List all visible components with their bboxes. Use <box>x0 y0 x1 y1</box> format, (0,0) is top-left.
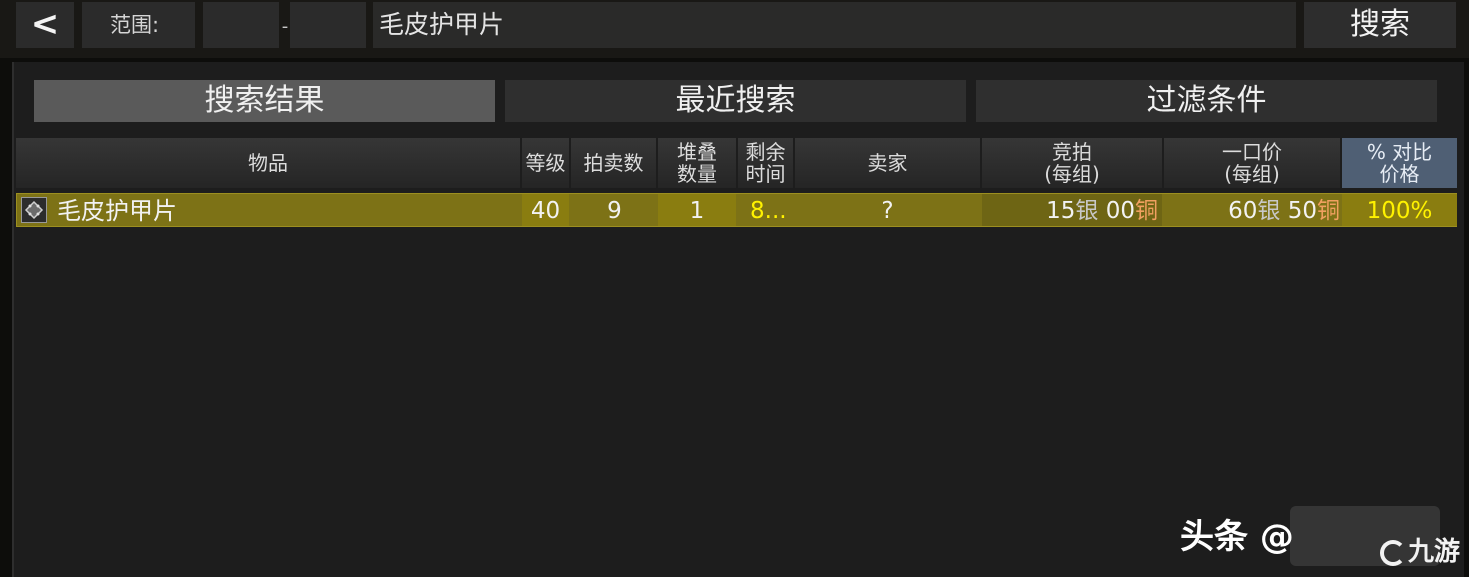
tab-filters[interactable]: 过滤条件 <box>976 80 1437 122</box>
row-seller: ? <box>881 198 894 224</box>
column-header-bid-line1: 竞拍 <box>1052 140 1092 164</box>
column-header-item[interactable]: 物品 <box>16 138 520 188</box>
column-header-buyout[interactable]: 一口价 (每组) <box>1164 138 1340 188</box>
item-search-input[interactable]: 毛皮护甲片 <box>373 2 1296 48</box>
column-header-buyout-line1: 一口价 <box>1222 140 1282 164</box>
column-header-stack-line2: 数量 <box>677 162 717 186</box>
table-row[interactable]: 毛皮护甲片 40 9 1 8... ? 15银 00铜 60银 50铜 100% <box>16 193 1457 227</box>
column-header-seller-label: 卖家 <box>867 151 908 175</box>
column-header-bid[interactable]: 竞拍 (每组) <box>982 138 1162 188</box>
back-button[interactable]: < <box>16 2 74 48</box>
column-header-time-line2: 时间 <box>745 162 786 186</box>
buyout-copper-amount: 50 <box>1287 198 1317 224</box>
column-header-time-left[interactable]: 剩余 时间 <box>738 138 793 188</box>
search-bar: < 范围: - 毛皮护甲片 搜索 <box>0 0 1469 58</box>
buyout-silver-unit: 银 <box>1257 198 1281 224</box>
column-header-stack-line1: 堆叠 <box>677 140 717 164</box>
row-price-percent: 100% <box>1342 194 1457 226</box>
row-level: 40 <box>522 194 569 226</box>
column-header-pct-line1: % 对比 <box>1366 140 1433 164</box>
buyout-silver-amount: 60 <box>1228 198 1258 224</box>
row-item-cell: 毛皮护甲片 <box>17 194 520 226</box>
search-button[interactable]: 搜索 <box>1304 2 1456 48</box>
column-header-item-label: 物品 <box>248 151 288 175</box>
watermark-logo: 九游 <box>1380 532 1460 572</box>
bid-silver-unit: 银 <box>1075 198 1099 224</box>
column-header-price-percent[interactable]: % 对比 价格 <box>1342 138 1457 188</box>
auction-house-window: < 范围: - 毛皮护甲片 搜索 搜索结果 最近搜索 过滤条件 物品 等级 拍卖… <box>0 0 1469 577</box>
leather-armor-patch-icon <box>21 197 47 223</box>
row-auction-count: 9 <box>607 198 622 224</box>
level-range-max-input[interactable] <box>290 2 366 48</box>
bid-copper-amount: 00 <box>1105 198 1135 224</box>
tab-recent-searches[interactable]: 最近搜索 <box>505 80 966 122</box>
bid-copper-unit: 铜 <box>1135 198 1158 224</box>
item-name[interactable]: 毛皮护甲片 <box>57 194 177 228</box>
row-bid-price: 15银 00铜 <box>982 194 1162 226</box>
column-header-seller[interactable]: 卖家 <box>795 138 980 188</box>
watermark-logo-text: 九游 <box>1408 537 1461 567</box>
bid-silver-amount: 15 <box>1046 198 1076 224</box>
column-header-level[interactable]: 等级 <box>522 138 569 188</box>
tab-search-results[interactable]: 搜索结果 <box>34 80 495 122</box>
column-header-auction-count-label: 拍卖数 <box>583 151 644 175</box>
column-header-auction-count[interactable]: 拍卖数 <box>571 138 656 188</box>
row-buyout-price: 60银 50铜 <box>1164 194 1340 226</box>
row-time-left: 8... <box>750 198 787 224</box>
swirl-logo-icon <box>1380 539 1406 566</box>
column-header-buyout-line2: (每组) <box>1224 162 1280 186</box>
buyout-copper-unit: 铜 <box>1317 198 1340 224</box>
column-header-time-line1: 剩余 <box>745 140 786 164</box>
column-header-pct-line2: 价格 <box>1379 162 1420 186</box>
level-range-min-input[interactable] <box>203 2 279 48</box>
row-stack-size: 1 <box>658 194 736 226</box>
column-header-stack-size[interactable]: 堆叠 数量 <box>658 138 736 188</box>
column-header-bid-line2: (每组) <box>1044 162 1100 186</box>
level-range-separator: - <box>281 16 289 37</box>
level-range-label: 范围: <box>82 2 195 48</box>
watermark-text: 头条 @ <box>1180 517 1294 557</box>
column-header-level-label: 等级 <box>525 151 566 175</box>
